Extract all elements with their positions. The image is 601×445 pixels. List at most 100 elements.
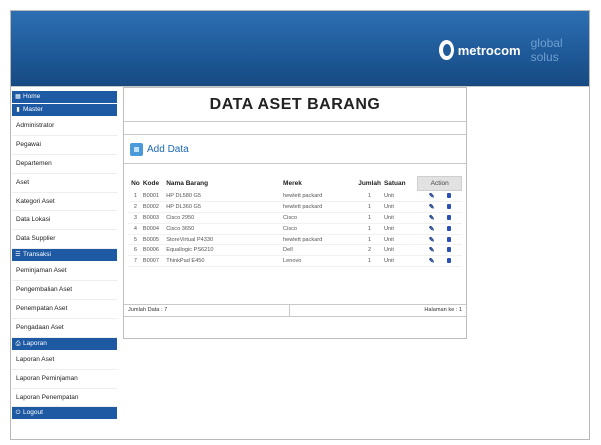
cell-action: ✎	[417, 190, 462, 202]
sidebar-item-pegawai[interactable]: Pegawai	[12, 136, 117, 155]
table-footer: Jumlah Data : 7 Halaman ke : 1	[124, 304, 466, 317]
power-icon: ⏻	[15, 410, 21, 417]
cell-nama-barang: ThinkPad E450	[166, 255, 284, 268]
cell-satuan: Unit	[383, 244, 418, 257]
cell-no: 3	[128, 212, 143, 224]
cell-satuan: Unit	[383, 223, 418, 235]
cell-no: 4	[128, 223, 143, 235]
cell-nama-barang: Equallogic PS6210	[166, 244, 284, 257]
cell-kode: B0006	[142, 244, 167, 257]
sidebar-item-laporan-penempatan[interactable]: Laporan Penempatan	[12, 389, 117, 408]
edit-icon[interactable]: ✎	[429, 237, 435, 244]
cell-kode: B0003	[142, 212, 167, 224]
table-row: 5 B0005 StoreVirtual P4330 hewlett packard 1…	[128, 234, 462, 246]
delete-icon[interactable]	[446, 203, 451, 209]
sidebar-item-laporan-peminjaman[interactable]: Laporan Peminjaman	[12, 370, 117, 389]
cell-nama-barang: HP DL580 G5	[166, 190, 284, 202]
sidebar: ▦ Home ▮ Master Administrator Pegawai De…	[12, 91, 117, 441]
cell-nama-barang: Cisco 2950	[166, 212, 284, 224]
cell-action: ✎	[417, 234, 462, 246]
cell-jumlah: 1	[355, 234, 384, 246]
cell-action: ✎	[417, 244, 462, 257]
asset-table: No Kode Nama Barang Merek Jumlah Satuan …	[128, 176, 462, 268]
print-icon: ⎙	[15, 340, 21, 347]
cell-action: ✎	[417, 212, 462, 224]
sidebar-item-aset[interactable]: Aset	[12, 174, 117, 193]
delete-icon[interactable]	[446, 247, 451, 253]
metrocom-logo-icon	[439, 40, 454, 60]
sidebar-item-data-lokasi[interactable]: Data Lokasi	[12, 211, 117, 231]
cell-merek: hewlett packard	[283, 190, 356, 202]
cell-kode: B0002	[142, 201, 167, 213]
sidebar-section-laporan[interactable]: ⎙ Laporan	[12, 337, 117, 350]
sidebar-item-peminjaman-aset[interactable]: Peminjaman Aset	[12, 262, 117, 282]
sidebar-item-administrator[interactable]: Administrator	[12, 117, 117, 136]
sidebar-item-departemen[interactable]: Departemen	[12, 155, 117, 174]
delete-icon[interactable]	[446, 225, 451, 231]
sidebar-item-pengembalian-aset[interactable]: Pengembalian Aset	[12, 281, 117, 301]
cell-satuan: Unit	[383, 190, 418, 202]
list-icon: ☰	[15, 252, 21, 259]
cell-no: 2	[128, 201, 143, 213]
cell-no: 1	[128, 190, 143, 202]
cell-no: 7	[128, 255, 143, 268]
sidebar-item-penempatan-aset[interactable]: Penempatan Aset	[12, 300, 117, 319]
cell-jumlah: 1	[355, 190, 384, 202]
cell-kode: B0001	[142, 190, 167, 202]
column-header-kode: Kode	[142, 180, 160, 187]
add-data-icon[interactable]	[130, 142, 143, 156]
sidebar-item-kategori-aset[interactable]: Kategori Aset	[12, 193, 117, 212]
edit-icon[interactable]: ✎	[429, 247, 435, 254]
sidebar-section-master[interactable]: ▮ Master	[12, 104, 117, 116]
table-header-row: No Kode Nama Barang Merek Jumlah Satuan …	[128, 176, 462, 191]
title-box: DATA ASET BARANG	[124, 88, 466, 122]
table-row: 1 B0001 HP DL580 G5 hewlett packard 1 Unit ✎	[128, 190, 462, 202]
cell-satuan: Unit	[383, 212, 418, 224]
sidebar-item-label: Home	[23, 93, 41, 100]
document-icon: ▮	[16, 107, 20, 113]
cell-merek: hewlett packard	[283, 201, 356, 213]
sidebar-item-data-supplier[interactable]: Data Supplier	[12, 230, 117, 250]
edit-icon[interactable]: ✎	[429, 258, 435, 265]
footer-divider	[289, 305, 290, 316]
column-header-nama-barang: Nama Barang	[166, 180, 209, 187]
edit-icon[interactable]: ✎	[429, 193, 435, 200]
sidebar-section-transaksi[interactable]: ☰ Transaksi	[12, 249, 117, 262]
delete-icon[interactable]	[446, 258, 451, 264]
sidebar-item-laporan-aset[interactable]: Laporan Aset	[12, 351, 117, 370]
sidebar-item-pengadaan-aset[interactable]: Pengadaan Aset	[12, 319, 117, 338]
main-panel: DATA ASET BARANG Add Data No Kode Nama B…	[123, 87, 467, 339]
sidebar-item-logout[interactable]: ⏻ Logout	[12, 407, 117, 420]
edit-icon[interactable]: ✎	[429, 215, 435, 222]
column-header-satuan: Satuan	[383, 180, 406, 187]
cell-jumlah: 1	[355, 212, 384, 224]
edit-icon[interactable]: ✎	[429, 204, 435, 211]
add-data-bar: Add Data	[124, 134, 466, 164]
table-row: 4 B0004 Cisco 3650 Cisco 1 Unit ✎	[128, 223, 462, 235]
cell-merek: Cisco	[283, 212, 356, 224]
cell-jumlah: 1	[355, 255, 384, 268]
sidebar-item-label: Logout	[23, 409, 43, 417]
cell-jumlah: 1	[355, 201, 384, 213]
cell-no: 5	[128, 234, 143, 246]
add-data-button[interactable]: Add Data	[147, 144, 189, 155]
delete-icon[interactable]	[446, 214, 451, 220]
column-header-jumlah: Jumlah	[358, 180, 381, 187]
cell-satuan: Unit	[383, 201, 418, 213]
column-header-merek: Merek	[283, 180, 302, 187]
delete-icon[interactable]	[446, 236, 451, 242]
cell-merek: hewlett packard	[283, 234, 356, 246]
sidebar-item-home[interactable]: ▦ Home	[12, 91, 117, 103]
delete-icon[interactable]	[446, 192, 451, 198]
page-title: DATA ASET BARANG	[209, 96, 381, 113]
cell-satuan: Unit	[383, 234, 418, 246]
cell-nama-barang: StoreVirtual P4330	[166, 234, 284, 246]
cell-kode: B0004	[142, 223, 167, 235]
cell-merek: Lenovo	[283, 255, 356, 268]
column-header-no: No	[131, 180, 140, 187]
total-data-count: Jumlah Data : 7	[128, 307, 168, 313]
cell-action: ✎	[417, 201, 462, 213]
sidebar-section-label: Master	[23, 106, 43, 113]
cell-kode: B0007	[142, 255, 167, 268]
edit-icon[interactable]: ✎	[429, 226, 435, 233]
